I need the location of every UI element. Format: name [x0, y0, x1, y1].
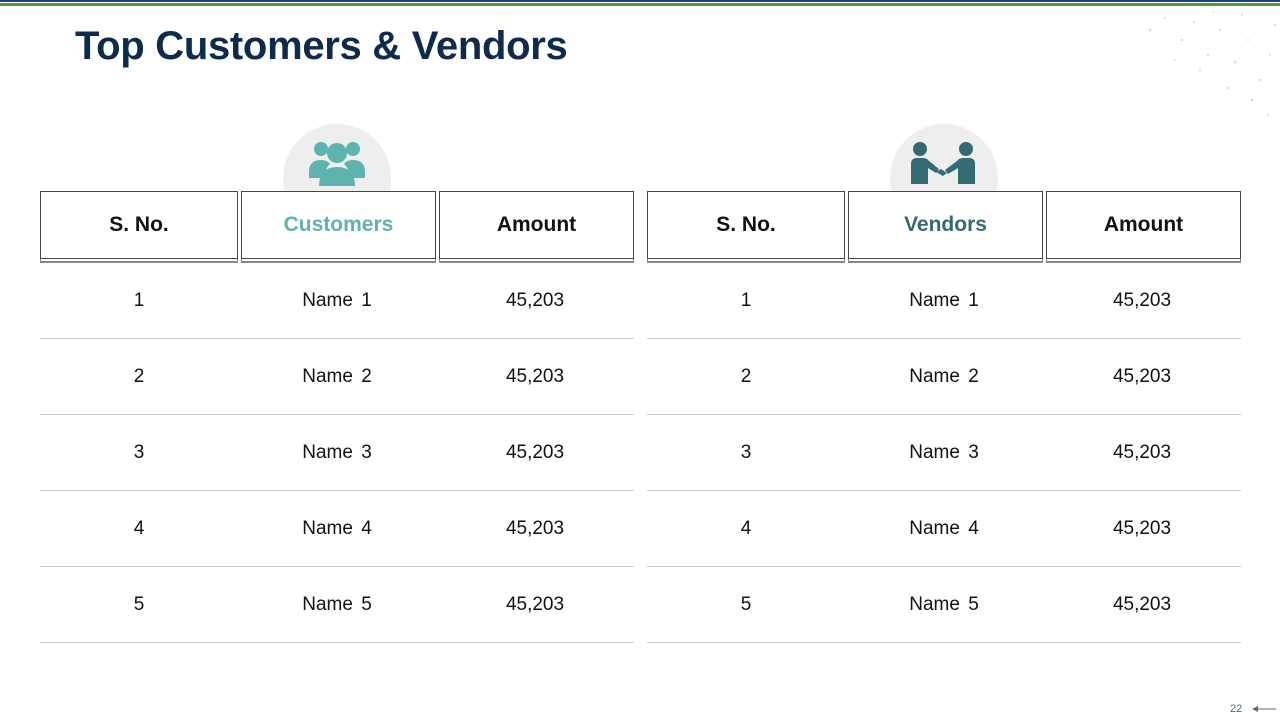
- top-bar-blue-line: [0, 0, 1280, 2]
- customers-body: 1 Name 1 45,203 2 Name 2 45,203 3 Name 3…: [40, 264, 634, 643]
- cell-amount: 45,203: [1112, 593, 1172, 615]
- header-sno: S. No.: [40, 191, 238, 259]
- cell-amount: 45,203: [1112, 365, 1172, 387]
- cell-name: Name 5: [302, 593, 372, 615]
- cell-sno: 3: [133, 441, 145, 463]
- header-amount: Amount: [439, 191, 634, 259]
- decorative-dots-pattern: [1148, 11, 1277, 116]
- cell-sno: 2: [740, 365, 752, 387]
- page-title: Top Customers & Vendors: [75, 24, 568, 68]
- customers-header-row: S. No. Customers Amount: [40, 191, 634, 259]
- header-customers: Customers: [241, 191, 436, 259]
- header-sno: S. No.: [647, 191, 845, 259]
- cell-amount: 45,203: [1112, 517, 1172, 539]
- cell-name: Name 2: [302, 365, 372, 387]
- table-row: 1 Name 1 45,203: [40, 264, 634, 339]
- cell-amount: 45,203: [505, 365, 565, 387]
- cell-sno: 2: [133, 365, 145, 387]
- top-accent-bar: [0, 0, 1280, 6]
- table-row: 3 Name 3 45,203: [40, 415, 634, 491]
- cell-name: Name 4: [909, 517, 979, 539]
- arrow-left-icon: [1252, 706, 1276, 712]
- page-number: 22: [1230, 703, 1243, 715]
- cell-name: Name 1: [909, 290, 979, 311]
- table-row: 2 Name 2 45,203: [647, 339, 1241, 415]
- vendors-body: 1 Name 1 45,203 2 Name 2 45,203 3 Name 3…: [647, 264, 1241, 643]
- table-row: 4 Name 4 45,203: [40, 491, 634, 567]
- cell-amount: 45,203: [505, 441, 565, 463]
- users-group-icon: [309, 142, 365, 186]
- cell-sno: 5: [740, 593, 752, 615]
- table-row: 1 Name 1 45,203: [647, 264, 1241, 339]
- header-amount: Amount: [1046, 191, 1241, 259]
- cell-name: Name 2: [909, 365, 979, 387]
- header-vendors: Vendors: [848, 191, 1043, 259]
- cell-name: Name 4: [302, 517, 372, 539]
- cell-sno: 3: [740, 441, 752, 463]
- table-row: 5 Name 5 45,203: [647, 567, 1241, 643]
- cell-amount: 45,203: [505, 517, 565, 539]
- table-row: 4 Name 4 45,203: [647, 491, 1241, 567]
- cell-amount: 45,203: [505, 593, 565, 615]
- cell-sno: 4: [740, 517, 752, 539]
- cell-sno: 1: [740, 290, 752, 311]
- cell-amount: 45,203: [505, 290, 565, 311]
- cell-sno: 4: [133, 517, 145, 539]
- table-row: 5 Name 5 45,203: [40, 567, 634, 643]
- cell-name: Name 5: [909, 593, 979, 615]
- cell-name: Name 3: [302, 441, 372, 463]
- table-row: 3 Name 3 45,203: [647, 415, 1241, 491]
- top-bar-green-line: [0, 3, 1280, 6]
- cell-amount: 45,203: [1112, 441, 1172, 463]
- cell-name: Name 3: [909, 441, 979, 463]
- vendors-header-row: S. No. Vendors Amount: [647, 191, 1241, 259]
- table-row: 2 Name 2 45,203: [40, 339, 634, 415]
- cell-sno: 1: [133, 290, 145, 311]
- handshake-icon: [911, 142, 975, 184]
- cell-name: Name 1: [302, 290, 372, 311]
- cell-amount: 45,203: [1112, 290, 1172, 311]
- cell-sno: 5: [133, 593, 145, 615]
